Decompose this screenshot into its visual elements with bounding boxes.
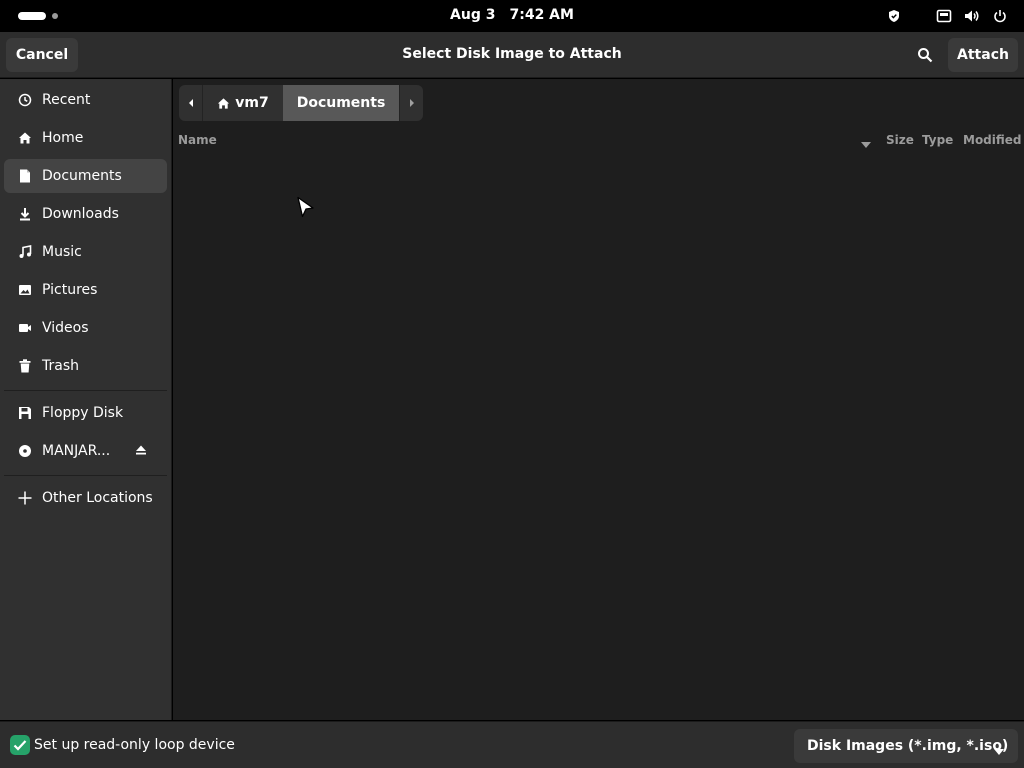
- sidebar-item-music[interactable]: Music: [4, 235, 167, 269]
- volume-icon[interactable]: [964, 8, 980, 24]
- dialog-footer: Set up read-only loop device Disk Images…: [0, 721, 1024, 768]
- readonly-checkbox-label[interactable]: Set up read-only loop device: [34, 737, 235, 753]
- download-icon: [18, 207, 32, 221]
- path-segment-home[interactable]: vm7: [203, 85, 283, 121]
- chevron-down-icon: [994, 743, 1004, 759]
- dialog-title: Select Disk Image to Attach: [402, 46, 622, 62]
- column-header-row: Name Size Type Modified: [173, 129, 1024, 151]
- checkmark-icon: [13, 740, 27, 751]
- sidebar-item-label: Trash: [42, 358, 79, 374]
- picture-icon: [18, 283, 32, 297]
- clock-icon: [18, 93, 32, 107]
- cancel-button[interactable]: Cancel: [6, 38, 78, 72]
- sidebar-item-label: Videos: [42, 320, 89, 336]
- path-segment-current[interactable]: Documents: [283, 85, 399, 121]
- sidebar-item-home[interactable]: Home: [4, 121, 167, 155]
- clock-time[interactable]: 7:42 AM: [509, 7, 573, 23]
- sidebar-item-documents[interactable]: Documents: [4, 159, 167, 193]
- search-button[interactable]: [910, 40, 940, 70]
- sidebar-item-label: Other Locations: [42, 490, 153, 506]
- chevron-right-icon: [409, 99, 414, 107]
- file-type-filter-dropdown[interactable]: Disk Images (*.img, *.iso): [794, 729, 1018, 763]
- plus-icon: [18, 491, 32, 505]
- document-icon: [18, 169, 32, 183]
- file-list-pane[interactable]: vm7 Documents Name Size Type Modified: [173, 79, 1024, 720]
- sidebar-separator: [4, 475, 167, 476]
- sort-descending-icon[interactable]: [861, 137, 871, 151]
- sidebar-item-label: Documents: [42, 168, 122, 184]
- dialog-header: Cancel Select Disk Image to Attach Attac…: [0, 32, 1024, 78]
- sidebar-item-label: Downloads: [42, 206, 119, 222]
- column-header-size[interactable]: Size: [886, 133, 914, 147]
- filter-label: Disk Images (*.img, *.iso): [807, 738, 1009, 754]
- mouse-pointer-icon: [297, 196, 314, 218]
- sidebar-item-label: Pictures: [42, 282, 98, 298]
- top-bar: Aug 3 7:42 AM: [0, 0, 1024, 32]
- sidebar-item-label: Music: [42, 244, 82, 260]
- column-header-name[interactable]: Name: [178, 133, 217, 147]
- workspace-active-icon: [18, 12, 46, 20]
- path-back-button[interactable]: [179, 85, 203, 121]
- sidebar-item-trash[interactable]: Trash: [4, 349, 167, 383]
- activities-indicator[interactable]: [18, 12, 58, 20]
- sidebar-item-label: Floppy Disk: [42, 405, 124, 421]
- sidebar-separator: [4, 390, 167, 391]
- column-header-modified[interactable]: Modified: [963, 133, 1022, 147]
- floppy-icon: [18, 406, 32, 420]
- readonly-checkbox[interactable]: [10, 735, 30, 755]
- trash-icon: [18, 359, 32, 373]
- search-icon: [918, 48, 933, 63]
- workspace-dot-icon: [52, 13, 58, 19]
- path-forward-button[interactable]: [399, 85, 423, 121]
- home-icon: [218, 97, 230, 109]
- sidebar-item-label: Home: [42, 130, 84, 146]
- shield-icon[interactable]: [886, 8, 902, 24]
- sidebar-item-label: Recent: [42, 92, 91, 108]
- sidebar-item-floppy-disk[interactable]: Floppy Disk: [4, 396, 167, 430]
- sidebar-item-label: MANJAR...: [42, 443, 111, 459]
- path-bar: vm7 Documents: [179, 85, 423, 121]
- disc-icon: [18, 444, 32, 458]
- clock: Aug 3 7:42 AM: [0, 7, 1024, 23]
- music-icon: [18, 245, 32, 259]
- eject-icon[interactable]: [135, 444, 147, 456]
- sidebar-item-other-locations[interactable]: Other Locations: [4, 481, 167, 515]
- attach-button[interactable]: Attach: [948, 38, 1018, 72]
- sidebar-item-pictures[interactable]: Pictures: [4, 273, 167, 307]
- column-header-type[interactable]: Type: [922, 133, 953, 147]
- path-segment-label: vm7: [235, 95, 269, 111]
- video-icon: [18, 321, 32, 335]
- power-icon[interactable]: [992, 8, 1008, 24]
- chevron-left-icon: [188, 99, 193, 107]
- clock-date[interactable]: Aug 3: [450, 7, 495, 23]
- places-sidebar: Recent Home Documents Downloads Music Pi…: [0, 79, 172, 720]
- home-icon: [18, 131, 32, 145]
- sidebar-item-recent[interactable]: Recent: [4, 83, 167, 117]
- sidebar-item-videos[interactable]: Videos: [4, 311, 167, 345]
- sidebar-item-manjaro-disc[interactable]: MANJAR...: [4, 434, 167, 468]
- sidebar-item-downloads[interactable]: Downloads: [4, 197, 167, 231]
- system-tray[interactable]: [886, 8, 1008, 24]
- network-icon[interactable]: [936, 8, 952, 24]
